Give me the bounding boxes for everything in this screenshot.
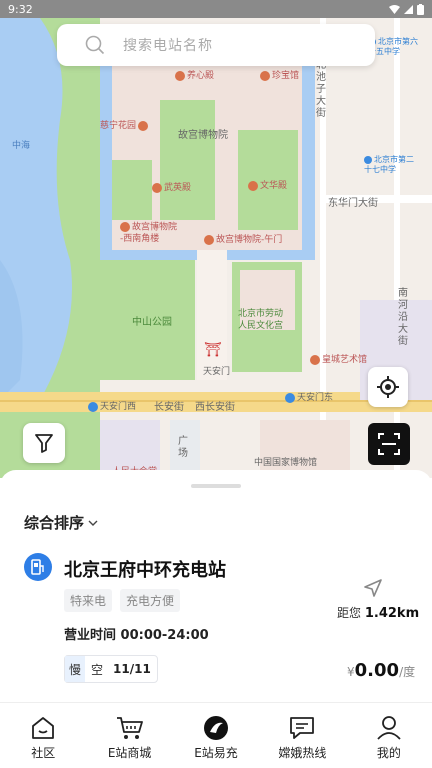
scan-button[interactable]: [368, 423, 410, 465]
map-label-nanheyan: 南 河 沿 大 街: [398, 288, 408, 347]
search-input[interactable]: 搜索电站名称: [123, 35, 213, 55]
slot-type-badge: 慢: [65, 656, 86, 682]
station-tag: 特来电: [64, 589, 113, 612]
map-label-culture: 北京市劳动 人民文化宫: [238, 309, 284, 331]
poi-marker-icon: [138, 120, 149, 131]
wifi-icon: [389, 4, 400, 14]
scan-icon: [378, 433, 400, 455]
tab-label: 我的: [376, 746, 401, 760]
tab-community[interactable]: 社区: [0, 703, 86, 768]
user-icon: [377, 716, 401, 740]
slot-state: 空: [91, 662, 104, 677]
map-label-guangchang: 广 场: [178, 436, 188, 459]
map-view[interactable]: 养心殿 珍宝馆 慈宁花园 故宫博物院 武英殿 文华殿 故宫博物院 -西南角楼 故…: [0, 0, 432, 478]
map-poi-wuying[interactable]: 武英殿: [152, 180, 191, 193]
charge-logo-icon: [204, 716, 229, 740]
map-label-national-museum: 中国国家博物馆: [254, 458, 318, 468]
map-label-north-street: 北 池 子 大 街: [316, 60, 326, 119]
signal-icon: [404, 4, 413, 14]
poi-marker-icon: [120, 222, 130, 232]
map-label-east-street: 东华门大街: [328, 198, 378, 209]
charging-station-icon: [24, 553, 52, 581]
status-bar: 9:32: [0, 0, 432, 18]
opening-hours: 营业时间 00:00-24:00: [64, 628, 209, 643]
tab-profile[interactable]: 我的: [346, 703, 432, 768]
slot-count: 11/11: [113, 662, 151, 676]
map-poi-yangxin[interactable]: 养心殿: [175, 68, 214, 81]
tab-charge[interactable]: E站易充: [173, 703, 259, 768]
poi-marker-icon: [152, 182, 162, 193]
map-label-zhonghai: 中海: [12, 141, 31, 151]
map-poi-cining[interactable]: 慈宁花园: [100, 118, 150, 131]
map-poi-tiananmen-west[interactable]: 天安门西: [88, 399, 136, 412]
map-poi-school-1[interactable]: 北京市第六 十五中学: [368, 37, 418, 57]
chat-icon: [290, 717, 315, 739]
status-time: 9:32: [8, 2, 33, 16]
charger-availability: 慢 空 11/11: [64, 655, 158, 683]
status-icons: [389, 3, 424, 15]
search-icon: [85, 35, 105, 55]
search-bar[interactable]: 搜索电站名称: [57, 24, 375, 66]
station-tags: 特来电 充电方便: [64, 589, 181, 612]
tab-shop[interactable]: E站商城: [86, 703, 172, 768]
tab-label: E站易充: [194, 746, 238, 760]
chevron-down-icon: [88, 520, 98, 526]
locate-icon: [377, 376, 399, 398]
battery-icon: [417, 3, 424, 15]
tab-hotline[interactable]: 嫦娥热线: [259, 703, 345, 768]
map-poi-wenhua[interactable]: 文华殿: [248, 178, 287, 191]
poi-marker-icon: [248, 180, 258, 191]
price-text: ¥0.00/度: [347, 660, 416, 681]
home-icon: [32, 717, 55, 739]
school-icon: [364, 155, 372, 164]
map-label-museum: 故宫博物院: [178, 130, 228, 141]
tiananmen-icon: ⛩: [204, 342, 222, 358]
bottom-tab-bar: 社区 E站商城 E站易充 嫦娥热线 我的: [0, 703, 432, 768]
sheet-drag-handle[interactable]: [191, 484, 241, 488]
map-poi-museum-sw[interactable]: 故宫博物院 -西南角楼: [120, 222, 177, 245]
tab-label: 嫦娥热线: [278, 746, 327, 760]
map-poi-museum-gate[interactable]: 故宫博物院-午门: [204, 232, 282, 245]
station-tag: 充电方便: [120, 589, 181, 612]
tab-label: 社区: [31, 746, 56, 760]
map-label-changan: 西长安街: [195, 402, 235, 413]
station-sheet: 综合排序 北京王府中环充电站 特来电 充电方便 距您 1.42km 营业时间 0…: [0, 470, 432, 710]
navigate-icon[interactable]: [363, 578, 383, 602]
distance-text: 距您 1.42km: [337, 606, 420, 621]
map-label-changan-short: 长安街: [154, 402, 184, 413]
filter-icon: [35, 434, 53, 453]
locate-button[interactable]: [368, 367, 408, 407]
sort-dropdown[interactable]: 综合排序: [24, 512, 98, 533]
sort-label: 综合排序: [24, 514, 85, 532]
map-poi-school-2[interactable]: 北京市第二 十七中学: [364, 155, 414, 175]
map-poi-zhenbao[interactable]: 珍宝馆: [260, 68, 299, 81]
cart-icon: [116, 717, 143, 739]
station-name[interactable]: 北京王府中环充电站: [64, 556, 226, 582]
poi-marker-icon: [310, 354, 320, 365]
poi-marker-icon: [175, 70, 185, 81]
map-label-tiananmen: 天安门: [203, 367, 231, 377]
metro-icon: [88, 401, 98, 412]
tab-label: E站商城: [107, 746, 152, 760]
map-poi-tiananmen-east[interactable]: 天安门东: [285, 390, 333, 403]
filter-button[interactable]: [23, 423, 65, 463]
map-label-zhongshan: 中山公园: [132, 317, 172, 328]
poi-marker-icon: [260, 70, 270, 81]
metro-icon: [285, 392, 295, 403]
poi-marker-icon: [204, 234, 214, 245]
map-poi-huangcheng[interactable]: 皇城艺术馆: [310, 352, 367, 365]
